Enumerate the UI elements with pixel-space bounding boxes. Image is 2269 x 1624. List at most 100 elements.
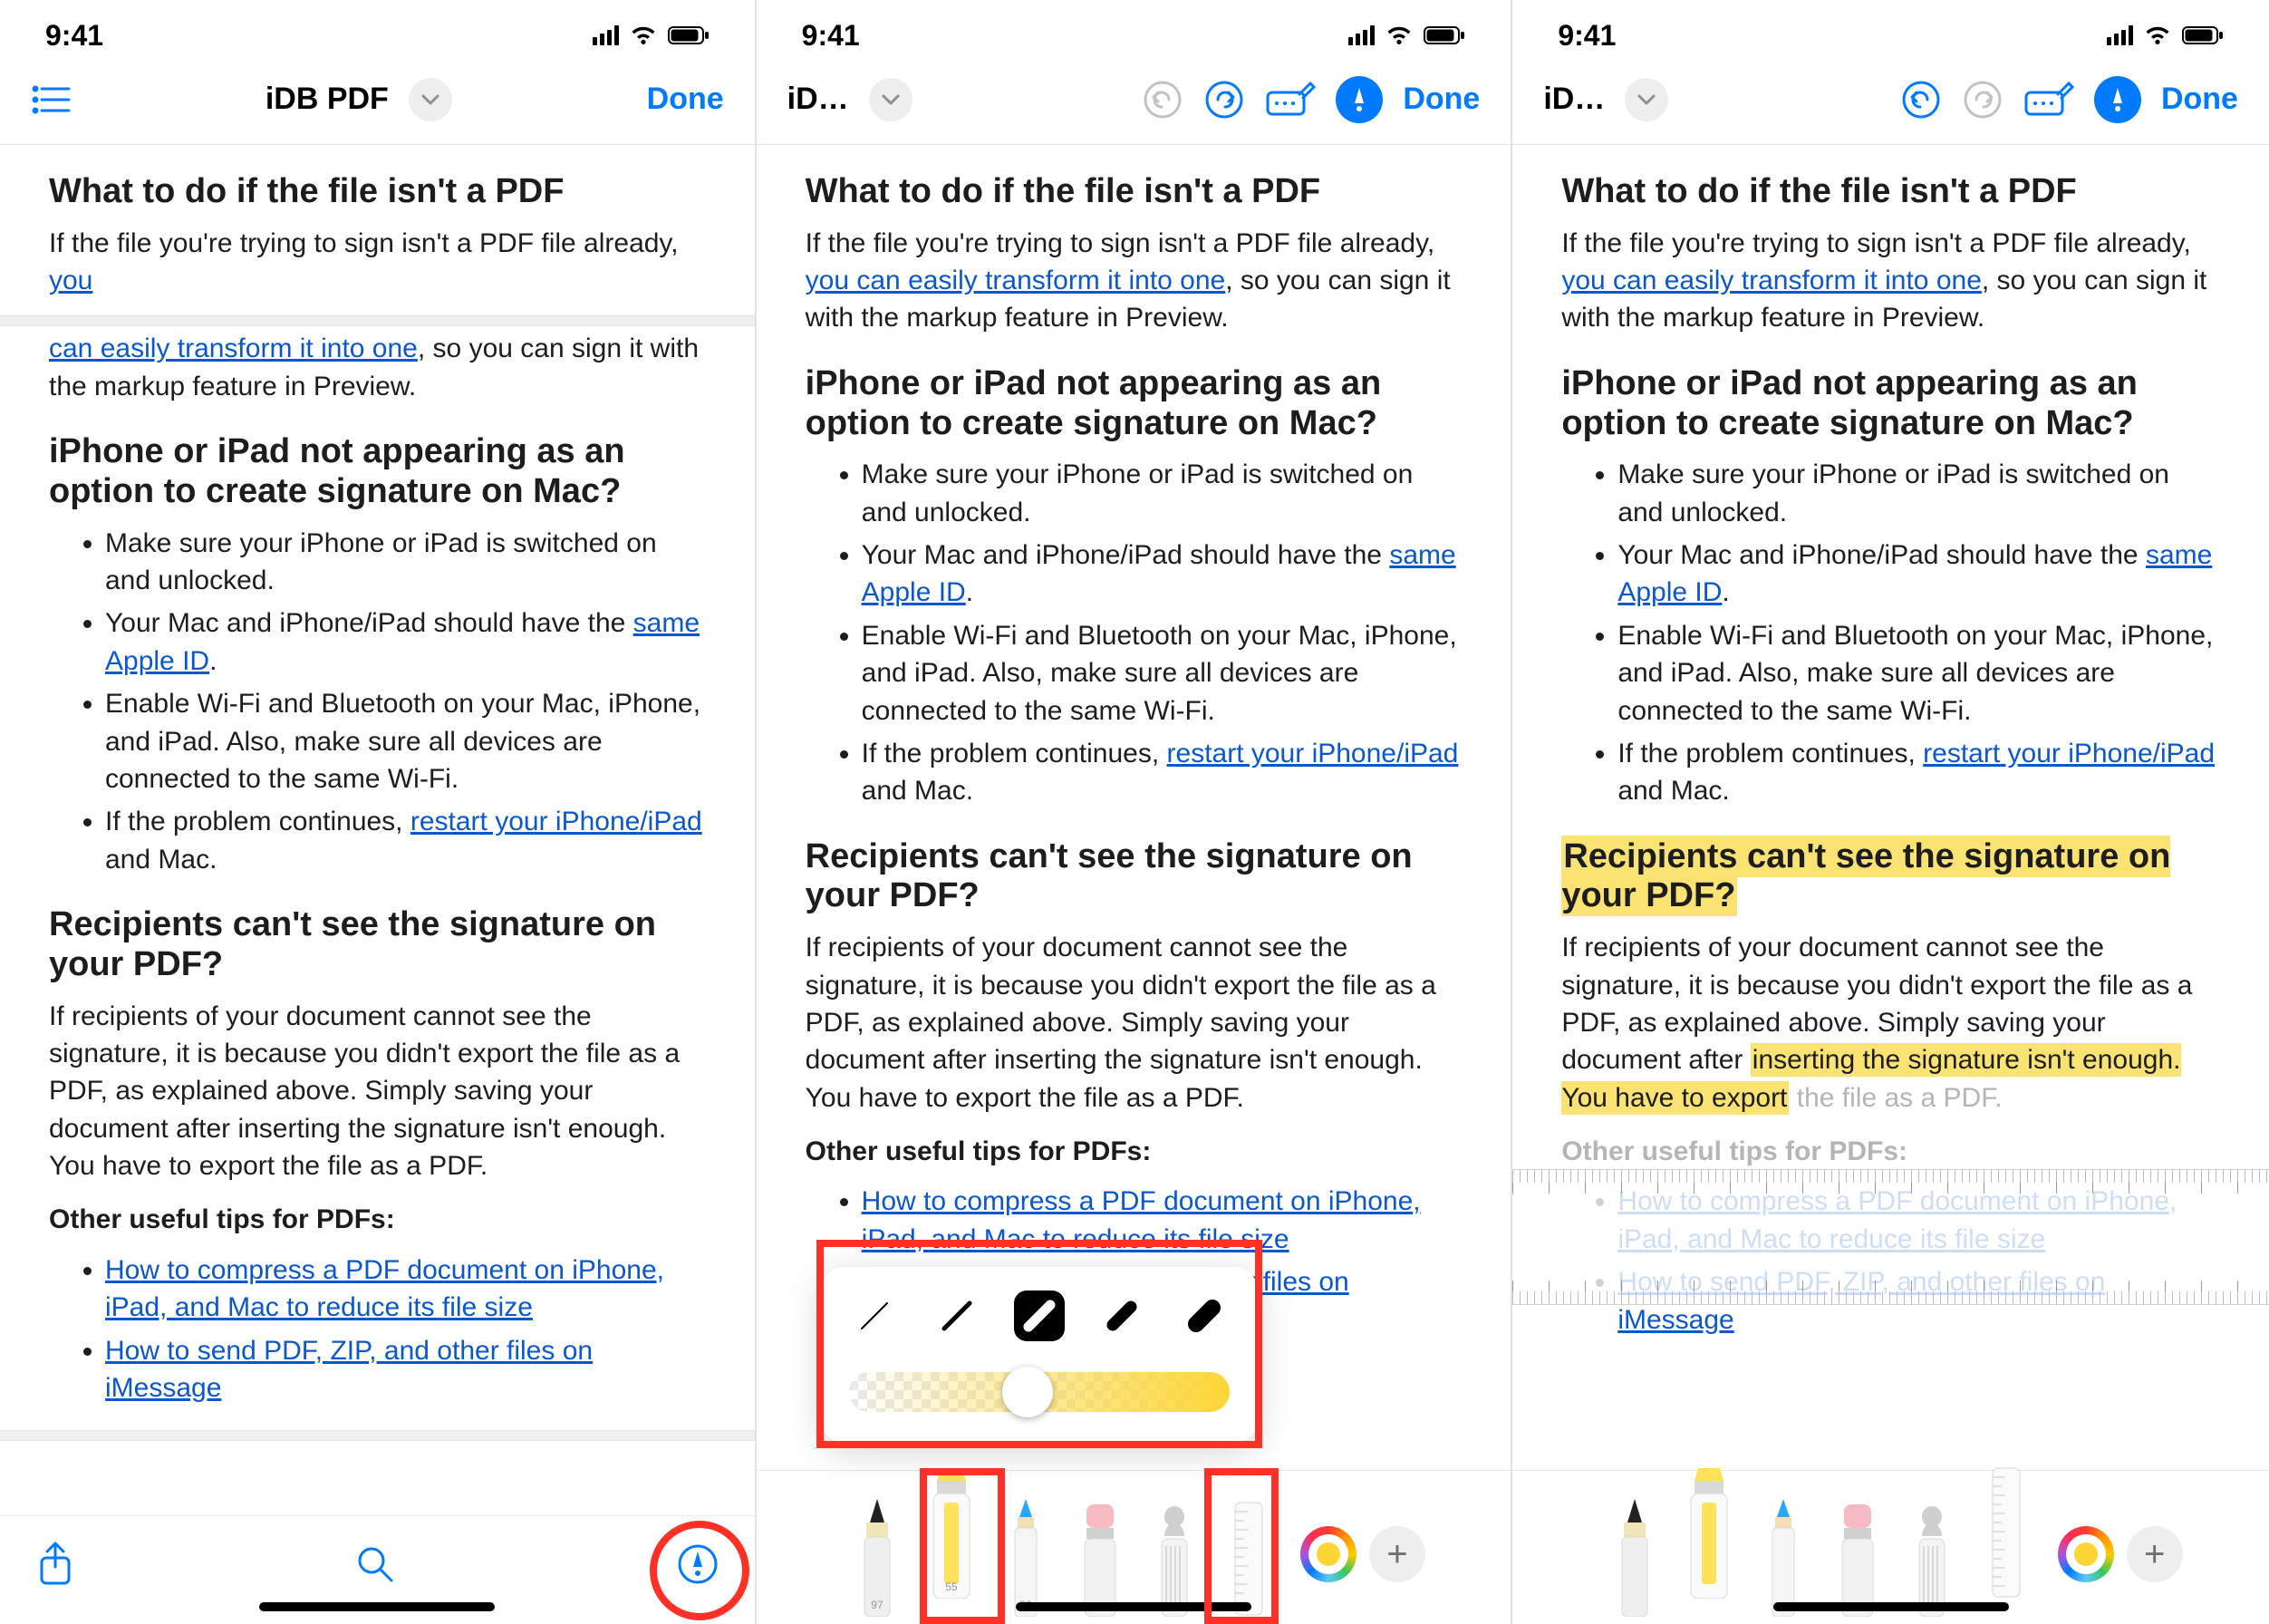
pen-tool[interactable]	[1599, 1490, 1670, 1617]
heading-iphone: iPhone or iPad not appearing as an optio…	[49, 432, 706, 511]
document-title: iDB PDF	[266, 82, 389, 117]
home-indicator	[259, 1602, 495, 1611]
list-item: Enable Wi-Fi and Bluetooth on your Mac, …	[862, 617, 1463, 730]
undo-button[interactable]	[1142, 79, 1183, 121]
add-button[interactable]: +	[1369, 1526, 1425, 1582]
pen-tool[interactable]: 97	[842, 1490, 912, 1617]
subheading-other: Other useful tips for PDFs:	[1561, 1133, 2220, 1170]
paragraph: If the file you're trying to sign isn't …	[1561, 225, 2220, 337]
link-restart[interactable]: restart your iPhone/iPad	[410, 807, 702, 836]
pencil-tool[interactable]: 50	[990, 1490, 1061, 1617]
add-button[interactable]: +	[2127, 1526, 2183, 1582]
cellular-icon	[1348, 25, 1375, 45]
opacity-slider[interactable]	[849, 1372, 1230, 1412]
outline-button[interactable]	[31, 84, 71, 115]
link-restart[interactable]: restart your iPhone/iPad	[1923, 739, 2215, 768]
link-compress[interactable]: How to compress a PDF document on iPhone…	[1617, 1186, 2177, 1253]
redo-button[interactable]	[1962, 79, 2003, 121]
list-item: Enable Wi-Fi and Bluetooth on your Mac, …	[1617, 617, 2220, 730]
pencil-tool[interactable]	[1748, 1490, 1819, 1617]
stroke-xl[interactable]	[1096, 1290, 1147, 1341]
tool-label: 97	[842, 1599, 912, 1611]
stroke-thin[interactable]	[849, 1290, 900, 1341]
title-dropdown[interactable]	[409, 78, 452, 121]
heading-recipients: Recipients can't see the signature on yo…	[1561, 837, 2220, 916]
bullet-list: Make sure your iPhone or iPad is switche…	[806, 456, 1463, 810]
redo-button[interactable]	[1203, 79, 1245, 121]
phone-screenshot-3: 9:41 iD… Done What to do if the file isn…	[1512, 0, 2269, 1624]
highlighter-tool[interactable]	[1674, 1472, 1744, 1599]
ruler-tool[interactable]	[1213, 1490, 1284, 1617]
wifi-icon	[1386, 25, 1413, 45]
battery-icon	[668, 25, 710, 45]
status-bar: 9:41	[757, 0, 1511, 54]
nav-bar: iDB PDF Done	[0, 54, 755, 145]
color-picker[interactable]	[2058, 1526, 2114, 1582]
battery-icon	[1424, 25, 1465, 45]
status-time: 9:41	[802, 19, 860, 53]
list-item: How to compress a PDF document on iPhone…	[862, 1183, 1463, 1258]
eraser-tool[interactable]	[1822, 1490, 1893, 1617]
list-item: If the problem continues, restart your i…	[1617, 735, 2220, 810]
eraser-tool[interactable]	[1065, 1490, 1135, 1617]
ruler-tool[interactable]	[1971, 1472, 2042, 1599]
home-indicator	[1016, 1602, 1251, 1611]
paragraph: If recipients of your document cannot se…	[1561, 929, 2220, 1116]
markup-tool-tray: 97 55 50 +	[757, 1470, 1511, 1624]
pdf-content[interactable]: What to do if the file isn't a PDF If th…	[0, 145, 755, 1515]
phone-screenshot-1: 9:41 iDB PDF Don	[0, 0, 757, 1624]
markup-button[interactable]	[677, 1543, 719, 1590]
stroke-med[interactable]	[932, 1290, 982, 1341]
pdf-content[interactable]: What to do if the file isn't a PDF If th…	[1512, 145, 2269, 1470]
heading-notpdf: What to do if the file isn't a PDF	[806, 172, 1463, 212]
title-dropdown[interactable]	[869, 78, 912, 121]
paragraph: If recipients of your document cannot se…	[806, 929, 1463, 1116]
list-item: Enable Wi-Fi and Bluetooth on your Mac, …	[105, 685, 706, 798]
done-button[interactable]: Done	[1403, 82, 1480, 117]
markup-toggle[interactable]	[1336, 76, 1383, 123]
list-item: Make sure your iPhone or iPad is switche…	[862, 456, 1463, 531]
heading-recipients: Recipients can't see the signature on yo…	[806, 837, 1463, 916]
markup-toggle[interactable]	[2094, 76, 2141, 123]
title-dropdown[interactable]	[1625, 78, 1668, 121]
link-send[interactable]: How to send PDF, ZIP, and other files on…	[1617, 1267, 2105, 1334]
link-transform[interactable]: you	[49, 266, 92, 295]
color-picker[interactable]	[1300, 1526, 1357, 1582]
link-transform[interactable]: can easily transform it into one	[49, 334, 418, 363]
link-send[interactable]: How to send PDF, ZIP, and other files on…	[105, 1336, 593, 1403]
share-button[interactable]	[36, 1542, 74, 1591]
stroke-large-selected[interactable]	[1014, 1290, 1065, 1341]
wifi-icon	[630, 25, 657, 45]
undo-button[interactable]	[1900, 79, 1942, 121]
wifi-icon	[2144, 25, 2171, 45]
lasso-tool[interactable]	[1139, 1490, 1210, 1617]
autofill-button[interactable]	[2023, 82, 2074, 118]
link-transform[interactable]: you can easily transform it into one	[806, 266, 1226, 295]
bullet-list: Make sure your iPhone or iPad is switche…	[1561, 456, 2220, 810]
link-restart[interactable]: restart your iPhone/iPad	[1167, 739, 1459, 768]
heading-notpdf: What to do if the file isn't a PDF	[1561, 172, 2220, 212]
bullet-list: How to compress a PDF document on iPhone…	[49, 1252, 706, 1407]
subheading-other: Other useful tips for PDFs:	[806, 1133, 1463, 1170]
link-compress[interactable]: How to compress a PDF document on iPhone…	[862, 1186, 1421, 1253]
link-compress[interactable]: How to compress a PDF document on iPhone…	[105, 1255, 664, 1322]
opacity-thumb[interactable]	[1002, 1367, 1053, 1417]
document-title: iD…	[1543, 82, 1605, 117]
link-transform[interactable]: you can easily transform it into one	[1561, 266, 1982, 295]
status-time: 9:41	[1558, 19, 1616, 53]
done-button[interactable]: Done	[2161, 82, 2238, 117]
battery-icon	[2182, 25, 2224, 45]
stroke-xxl[interactable]	[1179, 1290, 1230, 1341]
list-item: If the problem continues, restart your i…	[105, 803, 706, 878]
bullet-list: Make sure your iPhone or iPad is switche…	[49, 525, 706, 879]
done-button[interactable]: Done	[647, 82, 724, 117]
heading-notpdf: What to do if the file isn't a PDF	[49, 172, 706, 212]
highlighter-tool[interactable]: 55	[916, 1472, 987, 1599]
paragraph: If the file you're trying to sign isn't …	[49, 225, 706, 300]
search-button[interactable]	[355, 1544, 395, 1589]
heading-recipients: Recipients can't see the signature on yo…	[49, 905, 706, 984]
list-item: Your Mac and iPhone/iPad should have the…	[105, 604, 706, 680]
nav-bar: iD… Done	[757, 54, 1511, 145]
lasso-tool[interactable]	[1897, 1490, 1967, 1617]
autofill-button[interactable]	[1265, 82, 1316, 118]
